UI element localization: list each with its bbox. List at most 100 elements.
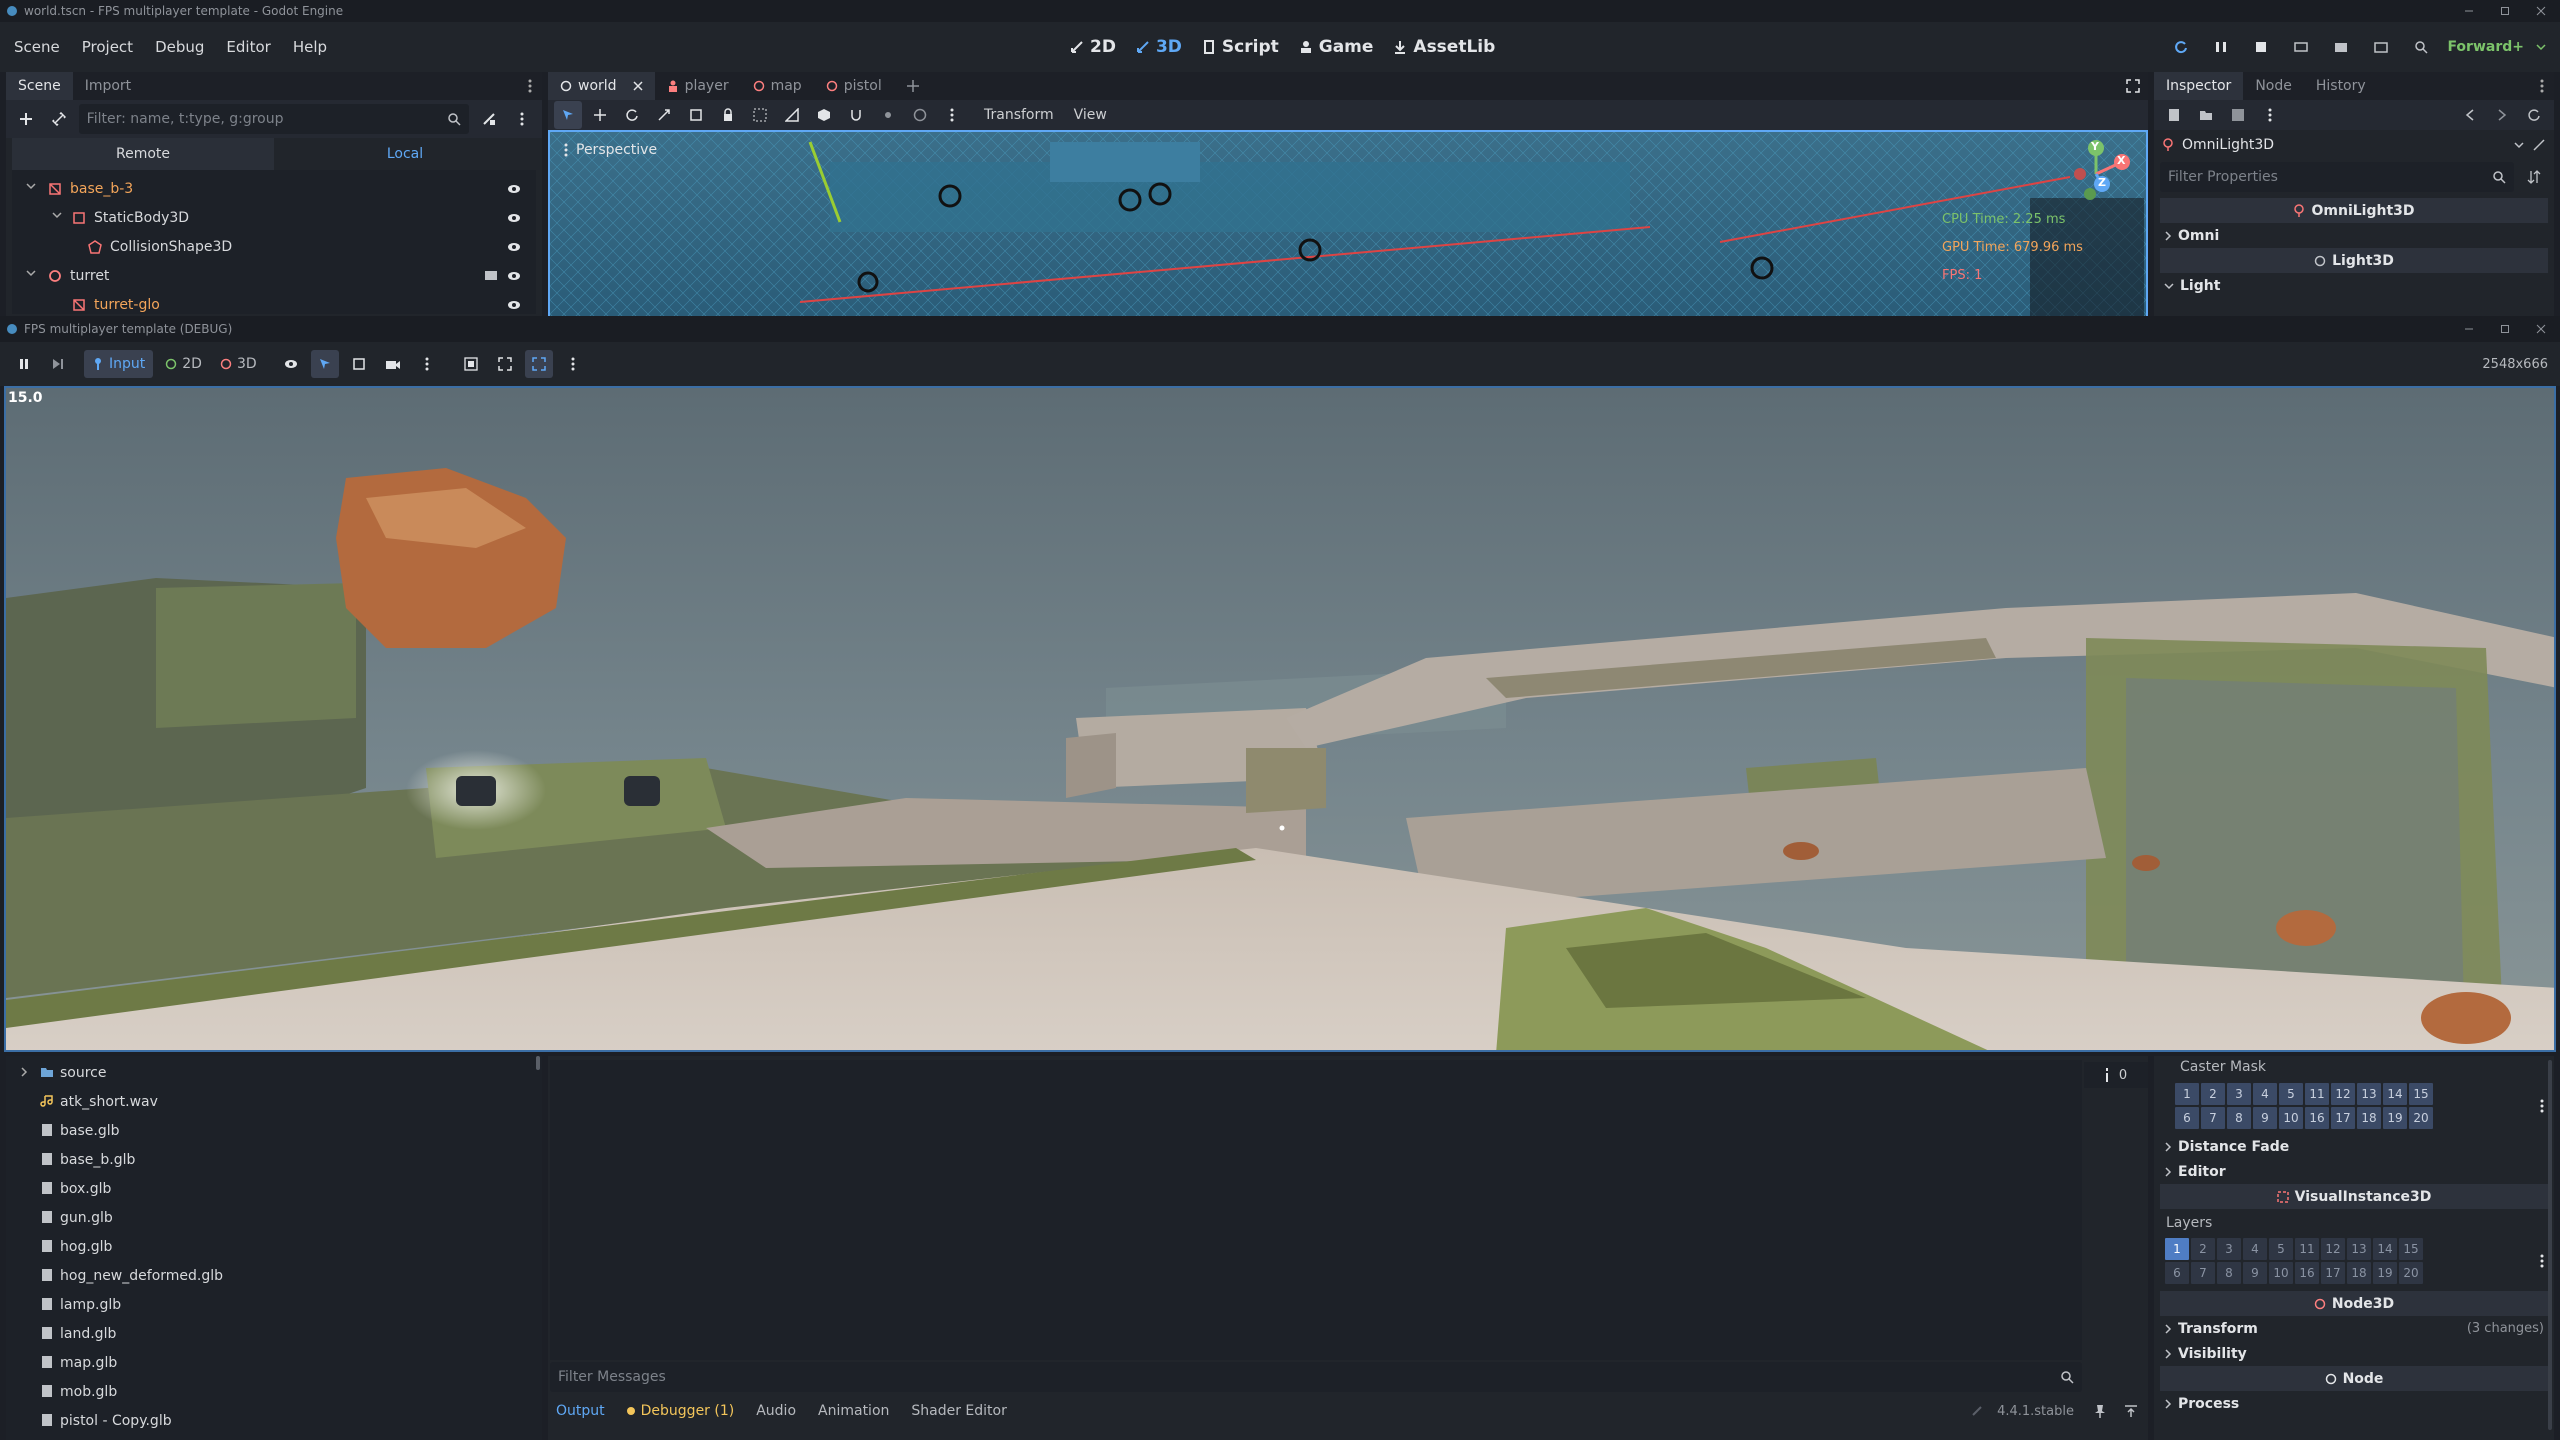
chevron-down-icon[interactable] [2536,42,2546,52]
add-tab-icon[interactable] [894,72,932,100]
layer-toggle-18[interactable]: 18 [2347,1262,2371,1284]
scene-menu-icon[interactable] [509,105,536,133]
layer-toggle-14[interactable]: 14 [2373,1238,2397,1260]
chevron-right-icon[interactable] [20,1067,28,1077]
next-frame-icon[interactable] [44,350,72,378]
list-select-icon[interactable] [345,350,373,378]
tab-player[interactable]: player [655,72,741,100]
tab-history[interactable]: History [2304,72,2378,100]
layer-toggle-13[interactable]: 13 [2357,1083,2381,1105]
movie-maker-icon[interactable] [2327,33,2355,61]
visibility-eye-icon[interactable] [506,181,522,197]
editor-section[interactable]: Editor [2154,1159,2554,1184]
transform-section[interactable]: Transform (3 changes) [2154,1316,2554,1341]
layer-toggle-3[interactable]: 3 [2217,1238,2241,1260]
camera-menu-icon[interactable] [413,350,441,378]
layer-toggle-20[interactable]: 20 [2409,1107,2433,1129]
workspace-script[interactable]: Script [1202,37,1279,57]
ruler-icon[interactable] [778,101,806,129]
layer-toggle-1[interactable]: 1 [2165,1238,2189,1260]
layer-toggle-4[interactable]: 4 [2243,1238,2267,1260]
layer-toggle-15[interactable]: 15 [2399,1238,2423,1260]
select-mode-icon[interactable] [310,350,339,378]
remote-tab[interactable]: Remote [12,138,274,170]
list-item[interactable]: source [6,1058,542,1087]
add-node-icon[interactable] [12,105,39,133]
layer-toggle-19[interactable]: 19 [2383,1107,2407,1129]
maximize-icon[interactable] [2500,6,2510,16]
tab-node[interactable]: Node [2243,72,2304,100]
embed-menu-icon[interactable] [559,350,587,378]
list-item[interactable]: hog.glb [6,1232,542,1261]
open-folder-icon[interactable] [2192,101,2220,129]
environment-icon[interactable] [906,101,934,129]
list-item[interactable]: box.glb [6,1174,542,1203]
visibility-eye-icon[interactable] [506,268,522,284]
renderer-selector[interactable]: Forward+ [2447,39,2524,55]
workspace-assetlib[interactable]: AssetLib [1393,37,1495,57]
tree-node[interactable]: StaticBody3D [12,203,536,232]
list-item[interactable]: base_b.glb [6,1145,542,1174]
visibility-eye-icon[interactable] [506,239,522,255]
sun-icon[interactable] [874,101,902,129]
tree-node[interactable]: base_b-3 [12,174,536,203]
move-mode-icon[interactable] [586,101,614,129]
close-window-icon[interactable] [2536,6,2546,16]
list-item[interactable]: gun.glb [6,1203,542,1232]
list-item[interactable]: mob.glb [6,1377,542,1406]
layer-toggle-18[interactable]: 18 [2357,1107,2381,1129]
layer-toggle-13[interactable]: 13 [2347,1238,2371,1260]
menu-project[interactable]: Project [82,38,133,56]
preview-menu-icon[interactable] [938,101,966,129]
filter-script-icon[interactable] [475,105,502,133]
lock-icon[interactable] [714,101,742,129]
chevron-down-icon[interactable] [26,268,36,278]
layer-toggle-7[interactable]: 7 [2191,1262,2215,1284]
inspector-menu-icon[interactable] [2256,101,2284,129]
pause-icon[interactable] [10,350,38,378]
workspace-game[interactable]: Game [1299,37,1373,57]
message-counter[interactable]: 0 [2084,1062,2148,1088]
minimize-icon[interactable] [2464,6,2474,16]
maximize-icon[interactable] [2500,324,2510,334]
chevron-down-icon[interactable] [2514,140,2524,150]
expand-panel-icon[interactable] [2124,1404,2138,1418]
3d-mode-button[interactable]: 3D [214,350,263,378]
dock-menu-icon[interactable] [528,79,532,93]
tab-pistol[interactable]: pistol [814,72,894,100]
layer-toggle-8[interactable]: 8 [2227,1107,2251,1129]
chevron-down-icon[interactable] [26,181,36,191]
chevron-down-icon[interactable] [52,210,62,220]
list-item[interactable]: atk_short.wav [6,1087,542,1116]
stretch-icon[interactable] [524,350,553,378]
layer-toggle-7[interactable]: 7 [2201,1107,2225,1129]
local-tab[interactable]: Local [274,138,536,170]
filter-messages-input[interactable]: Filter Messages [550,1362,2082,1392]
tab-world[interactable]: world [548,72,655,100]
tab-debugger[interactable]: Debugger (1) [626,1403,734,1419]
object-settings-icon[interactable] [2532,138,2546,152]
layer-toggle-14[interactable]: 14 [2383,1083,2407,1105]
list-item[interactable]: hog_new_deformed.glb [6,1261,542,1290]
view-gizmo[interactable]: Y X Z [2060,138,2132,210]
list-item[interactable]: base.glb [6,1116,542,1145]
reload-icon[interactable] [2167,33,2195,61]
stop-icon[interactable] [2247,33,2275,61]
play-scene-icon[interactable] [2367,33,2395,61]
scene-filter-input[interactable]: Filter: name, t:type, g:group [78,104,470,134]
layer-toggle-16[interactable]: 16 [2305,1107,2329,1129]
sort-icon[interactable] [2520,163,2548,191]
tab-map[interactable]: map [741,72,814,100]
workspace-3d[interactable]: 3D [1136,37,1182,57]
layer-toggle-5[interactable]: 5 [2279,1083,2303,1105]
visibility-eye-icon[interactable] [506,210,522,226]
layer-toggle-11[interactable]: 11 [2295,1238,2319,1260]
layer-toggle-16[interactable]: 16 [2295,1262,2319,1284]
omni-section[interactable]: Omni [2154,223,2554,248]
new-resource-icon[interactable] [2160,101,2188,129]
layer-toggle-9[interactable]: 9 [2253,1107,2277,1129]
layer-toggle-17[interactable]: 17 [2321,1262,2345,1284]
layer-toggle-19[interactable]: 19 [2373,1262,2397,1284]
layer-toggle-1[interactable]: 1 [2175,1083,2199,1105]
layer-toggle-6[interactable]: 6 [2175,1107,2199,1129]
